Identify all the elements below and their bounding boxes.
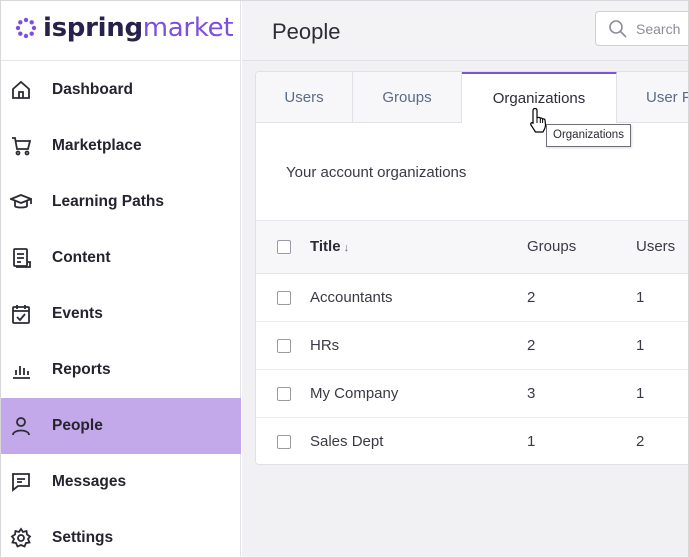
- bar-chart-icon: [9, 358, 33, 382]
- cart-icon: [9, 134, 33, 158]
- row-checkbox[interactable]: [277, 387, 291, 401]
- logo-text: ispringmarket: [43, 13, 234, 43]
- row-groups: 2: [527, 289, 536, 306]
- search-placeholder: Search: [636, 21, 681, 37]
- search-icon: [608, 19, 628, 44]
- message-icon: [9, 470, 33, 494]
- sidebar-item-label: Dashboard: [52, 81, 133, 98]
- column-header-title[interactable]: Title ↓: [310, 238, 349, 255]
- row-users: 2: [636, 433, 645, 450]
- sort-down-icon: ↓: [343, 242, 350, 254]
- row-checkbox[interactable]: [277, 291, 291, 305]
- table-row[interactable]: HRs 2 1: [256, 322, 688, 370]
- section-subtitle: Your account organizations: [286, 164, 467, 181]
- tab-bar: Users Groups Organizations User P: [256, 72, 689, 123]
- tooltip: Organizations: [546, 124, 631, 147]
- row-groups: 2: [527, 337, 536, 354]
- select-all-checkbox[interactable]: [277, 240, 291, 254]
- calendar-check-icon: [9, 302, 33, 326]
- row-title[interactable]: Accountants: [310, 289, 393, 306]
- tab-label: Organizations: [492, 90, 586, 107]
- sidebar-item-label: Events: [52, 305, 103, 322]
- app-window: ispringmarket Dashboard Marketplace Lear…: [0, 0, 689, 558]
- row-users: 1: [636, 385, 645, 402]
- sidebar-item-messages[interactable]: Messages: [1, 454, 241, 510]
- home-icon: [9, 78, 33, 102]
- table-row[interactable]: Accountants 2 1: [256, 274, 688, 322]
- row-checkbox[interactable]: [277, 339, 291, 353]
- row-users: 1: [636, 337, 645, 354]
- sidebar-item-label: Learning Paths: [52, 193, 164, 210]
- sidebar-item-label: Reports: [52, 361, 111, 378]
- graduation-cap-icon: [9, 190, 33, 214]
- sidebar-item-label: Messages: [52, 473, 127, 490]
- sidebar-item-marketplace[interactable]: Marketplace: [1, 118, 241, 174]
- sidebar-item-label: Settings: [52, 529, 114, 546]
- sidebar-item-reports[interactable]: Reports: [1, 342, 241, 398]
- tab-users[interactable]: Users: [256, 72, 353, 123]
- page-title: People: [272, 19, 341, 44]
- tab-user-profile[interactable]: User P: [617, 72, 689, 123]
- sidebar-item-dashboard[interactable]: Dashboard: [1, 62, 241, 118]
- table-body: Accountants 2 1 HRs 2 1 My Company 3 1 S…: [256, 274, 688, 464]
- sidebar-item-label: People: [52, 417, 103, 434]
- sidebar-item-label: Content: [52, 249, 111, 266]
- row-checkbox[interactable]: [277, 435, 291, 449]
- sidebar: ispringmarket Dashboard Marketplace Lear…: [1, 1, 241, 557]
- sidebar-item-label: Marketplace: [52, 137, 142, 154]
- header: People Search: [242, 1, 688, 61]
- table-row[interactable]: Sales Dept 1 2: [256, 418, 688, 464]
- table-row[interactable]: My Company 3 1: [256, 370, 688, 418]
- sidebar-item-settings[interactable]: Settings: [1, 510, 241, 557]
- tab-label: Users: [284, 89, 324, 106]
- column-header-groups: Groups: [527, 238, 577, 255]
- logo[interactable]: ispringmarket: [15, 11, 234, 45]
- sidebar-item-learning-paths[interactable]: Learning Paths: [1, 174, 241, 230]
- tab-groups[interactable]: Groups: [353, 72, 462, 123]
- row-title[interactable]: HRs: [310, 337, 339, 354]
- document-icon: [9, 246, 33, 270]
- sidebar-item-people[interactable]: People: [1, 398, 241, 454]
- row-groups: 3: [527, 385, 536, 402]
- row-title[interactable]: My Company: [310, 385, 398, 402]
- sidebar-item-content[interactable]: Content: [1, 230, 241, 286]
- tab-label: Groups: [382, 89, 432, 106]
- table-header: Title ↓ Groups Users: [256, 220, 688, 274]
- column-header-users: Users: [636, 238, 676, 255]
- row-users: 1: [636, 289, 645, 306]
- person-icon: [9, 414, 33, 438]
- tab-label: User P: [646, 89, 689, 106]
- gear-icon: [9, 526, 33, 550]
- sidebar-item-events[interactable]: Events: [1, 286, 241, 342]
- row-groups: 1: [527, 433, 536, 450]
- ispring-logo-icon: [15, 17, 37, 39]
- row-title[interactable]: Sales Dept: [310, 433, 383, 450]
- sidebar-divider: [1, 60, 241, 61]
- search-input[interactable]: Search: [595, 11, 688, 46]
